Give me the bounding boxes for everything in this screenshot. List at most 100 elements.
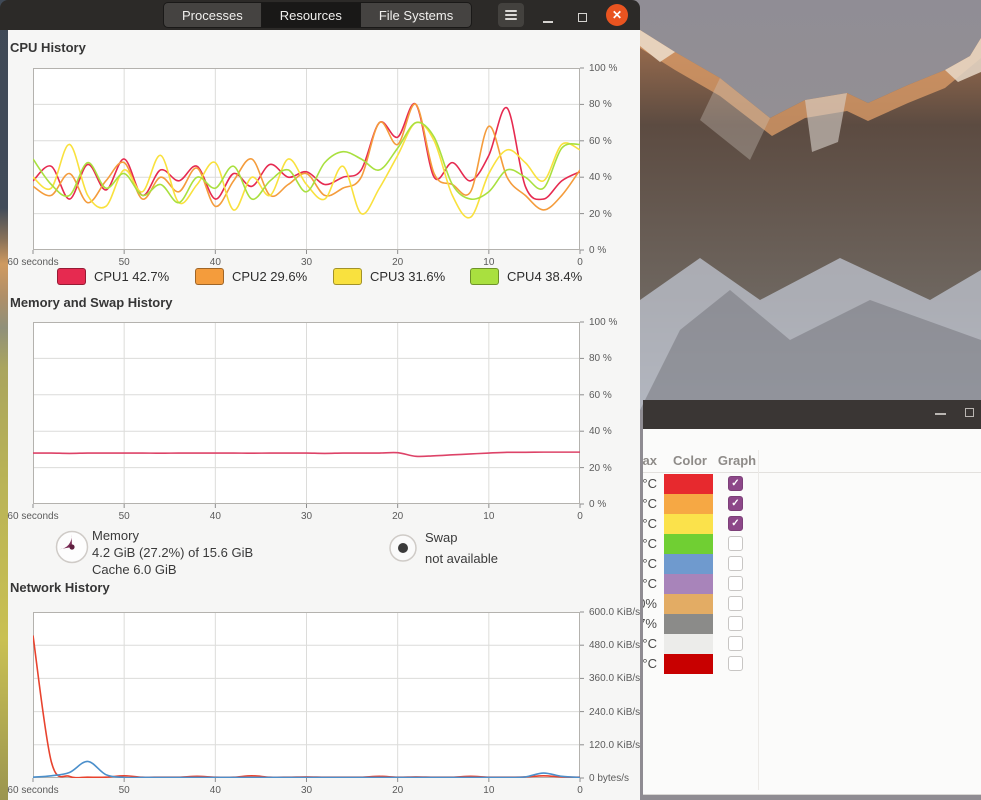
- graph-checkbox-checked[interactable]: ✓: [728, 516, 743, 531]
- sensor-color-swatch[interactable]: [664, 614, 713, 634]
- sensor-max-value: 00%: [643, 596, 657, 611]
- cpu3-color-swatch: [333, 268, 362, 285]
- memory-swap-heading: Memory and Swap History: [10, 295, 173, 310]
- sensor-max-value: 3°C: [643, 536, 657, 551]
- column-header-max[interactable]: Max: [643, 453, 657, 468]
- desktop: Processes Resources File Systems ✕ CPU H…: [0, 0, 981, 800]
- x-axis-label: 10: [483, 785, 495, 796]
- maximize-icon[interactable]: [965, 408, 974, 417]
- sensor-row[interactable]: 9°C ✓: [643, 514, 981, 534]
- sensor-row[interactable]: 3°C ✓: [643, 474, 981, 494]
- y-axis-label: 60 %: [589, 135, 612, 147]
- network-history-heading: Network History: [10, 580, 110, 595]
- graph-checkbox-unchecked[interactable]: [728, 636, 743, 651]
- sensor-row[interactable]: 00%: [643, 594, 981, 614]
- sensor-max-value: 3°C: [643, 476, 657, 491]
- sensor-window-body: Max Color Graph 3°C ✓ 3°C ✓ 9°C ✓ 3°C 8°C 0°C 00%…: [643, 429, 981, 795]
- x-axis-label: 50: [118, 785, 130, 796]
- x-axis-label: 10: [483, 511, 495, 522]
- close-button[interactable]: ✕: [606, 4, 628, 26]
- graph-checkbox-unchecked[interactable]: [728, 556, 743, 571]
- y-axis-label: 20 %: [589, 208, 612, 220]
- cpu3-legend-label: CPU3 31.6%: [370, 269, 446, 284]
- graph-checkbox-unchecked[interactable]: [728, 536, 743, 551]
- sensor-row[interactable]: 7%: [643, 614, 981, 634]
- view-tabs: Processes Resources File Systems: [163, 2, 473, 28]
- tab-file-systems[interactable]: File Systems: [360, 3, 472, 27]
- swap-status: not available: [425, 551, 498, 566]
- graph-checkbox-unchecked[interactable]: [728, 576, 743, 591]
- minimize-icon: [543, 21, 553, 23]
- sensor-color-swatch[interactable]: [664, 574, 713, 594]
- sensor-color-swatch[interactable]: [664, 494, 713, 514]
- sensor-color-swatch[interactable]: [664, 654, 713, 674]
- sensor-color-swatch[interactable]: [664, 634, 713, 654]
- menu-button[interactable]: [498, 3, 524, 27]
- y-axis-label: 0 %: [589, 245, 607, 256]
- memory-legend-text: Memory 4.2 GiB (27.2%) of 15.6 GiB Cache…: [92, 527, 253, 578]
- sensor-max-value: 7%: [643, 616, 657, 631]
- cpu1-legend: CPU1 42.7%: [57, 268, 169, 285]
- y-axis-label: 600.0 KiB/s: [589, 607, 641, 618]
- sensor-color-swatch[interactable]: [664, 534, 713, 554]
- sensor-row[interactable]: 8°C: [643, 554, 981, 574]
- memory-title: Memory: [92, 528, 139, 543]
- sensor-row[interactable]: 0°C: [643, 574, 981, 594]
- column-header-graph[interactable]: Graph: [715, 453, 759, 468]
- y-axis-label: 20 %: [589, 462, 612, 474]
- maximize-button[interactable]: [572, 5, 592, 25]
- y-axis-label: 40 %: [589, 426, 612, 438]
- sensor-color-swatch[interactable]: [664, 474, 713, 494]
- y-axis-label: 0 bytes/s: [589, 773, 630, 784]
- graph-checkbox-unchecked[interactable]: [728, 616, 743, 631]
- y-axis-label: 480.0 KiB/s: [589, 640, 641, 652]
- sensor-max-value: 9°C: [643, 656, 657, 671]
- close-icon: ✕: [611, 7, 623, 22]
- x-axis-label: 60 seconds: [7, 785, 59, 796]
- x-axis-label: 0: [577, 257, 583, 268]
- hamburger-icon: [498, 10, 524, 20]
- cpu1-color-swatch: [57, 268, 86, 285]
- x-axis-label: 0: [577, 785, 583, 796]
- y-axis-label: 80 %: [589, 99, 612, 111]
- sensor-window-titlebar[interactable]: [643, 400, 981, 429]
- tab-processes[interactable]: Processes: [164, 3, 261, 27]
- cpu-history-heading: CPU History: [10, 40, 86, 55]
- cpu4-legend: CPU4 38.4%: [470, 268, 582, 285]
- swap-legend-text: Swap not available: [425, 527, 498, 569]
- sensor-row[interactable]: 3°C: [643, 534, 981, 554]
- graph-checkbox-unchecked[interactable]: [728, 596, 743, 611]
- y-axis-label: 0 %: [589, 499, 607, 510]
- maximize-icon: [577, 13, 587, 22]
- sensor-minimize-button[interactable]: [931, 400, 951, 420]
- network-history-plot: [32, 611, 584, 782]
- memory-swap-chart: 100 % 80 % 60 % 40 % 20 % 0 % 60 seconds 50 40 30…: [7, 317, 633, 522]
- sensor-table-header: Max Color Graph: [643, 450, 981, 473]
- y-axis-label: 40 %: [589, 172, 612, 184]
- sensor-row[interactable]: 2°C: [643, 634, 981, 654]
- sensor-row[interactable]: 9°C: [643, 654, 981, 674]
- graph-checkbox-checked[interactable]: ✓: [728, 496, 743, 511]
- x-axis-label: 20: [392, 257, 404, 268]
- system-monitor-titlebar[interactable]: Processes Resources File Systems ✕: [0, 0, 640, 30]
- graph-checkbox-unchecked[interactable]: [728, 656, 743, 671]
- cpu1-legend-label: CPU1 42.7%: [94, 269, 170, 284]
- panel-divider: [758, 450, 759, 790]
- sensor-color-swatch[interactable]: [664, 554, 713, 574]
- minimize-button[interactable]: [538, 5, 558, 25]
- mountain-graphic: [640, 0, 981, 410]
- y-axis-label: 60 %: [589, 389, 612, 401]
- y-axis-label: 100 %: [589, 63, 618, 74]
- x-axis-label: 30: [300, 257, 313, 268]
- sensor-row[interactable]: 3°C ✓: [643, 494, 981, 514]
- y-axis-label: 240.0 KiB/s: [589, 706, 641, 718]
- sensor-color-swatch[interactable]: [664, 514, 713, 534]
- cpu4-legend-label: CPU4 38.4%: [507, 269, 583, 284]
- tab-resources[interactable]: Resources: [261, 3, 360, 27]
- memory-usage: 4.2 GiB (27.2%) of 15.6 GiB: [92, 545, 254, 560]
- memory-pie-icon: [55, 530, 89, 564]
- sensor-color-swatch[interactable]: [664, 594, 713, 614]
- cpu2-legend-label: CPU2 29.6%: [232, 269, 308, 284]
- column-header-color[interactable]: Color: [666, 453, 714, 468]
- graph-checkbox-checked[interactable]: ✓: [728, 476, 743, 491]
